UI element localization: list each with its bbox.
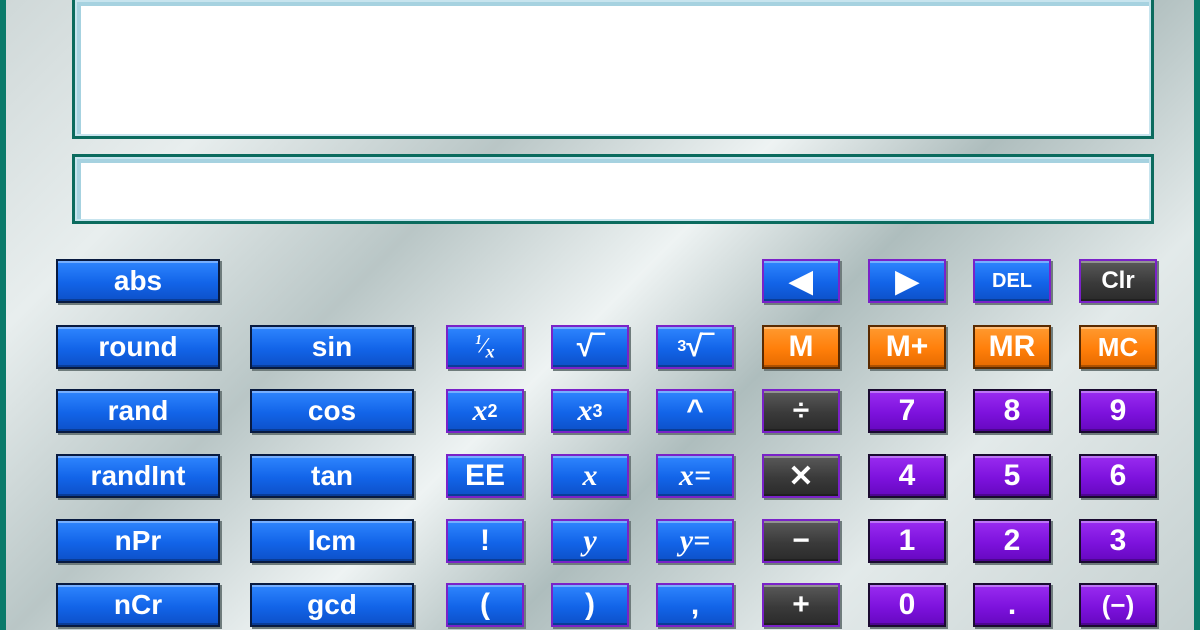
digit-0-button[interactable]: 0 <box>868 583 946 627</box>
digit-8-button[interactable]: 8 <box>973 389 1051 433</box>
x-squared-exponent: 2 <box>487 400 498 421</box>
power-button[interactable]: ^ <box>656 389 734 433</box>
npr-button[interactable]: nPr <box>56 519 220 563</box>
x-cubed-exponent: 3 <box>592 400 603 421</box>
y-variable-button[interactable]: y <box>551 519 629 563</box>
calculator-body: abs round rand randInt nPr nCr sin cos t… <box>6 0 1194 630</box>
memory-add-button[interactable]: M+ <box>868 325 946 369</box>
divide-button[interactable]: ÷ <box>762 389 840 433</box>
delete-button[interactable]: DEL <box>973 259 1051 303</box>
round-button[interactable]: round <box>56 325 220 369</box>
y-equals-button[interactable]: y= <box>656 519 734 563</box>
abs-button[interactable]: abs <box>56 259 220 303</box>
digit-7-button[interactable]: 7 <box>868 389 946 433</box>
multiply-button[interactable]: ✕ <box>762 454 840 498</box>
x-equals-button[interactable]: x= <box>656 454 734 498</box>
ncr-button[interactable]: nCr <box>56 583 220 627</box>
x-squared-base: x <box>472 394 488 427</box>
cube-root-button[interactable]: 3 √‾ <box>656 325 734 369</box>
plus-button[interactable]: + <box>762 583 840 627</box>
digit-2-button[interactable]: 2 <box>973 519 1051 563</box>
randint-button[interactable]: randInt <box>56 454 220 498</box>
x-cubed-base: x <box>577 394 593 427</box>
sqrt-button[interactable]: √‾ <box>551 325 629 369</box>
digit-5-button[interactable]: 5 <box>973 454 1051 498</box>
gcd-button[interactable]: gcd <box>250 583 414 627</box>
sin-button[interactable]: sin <box>250 325 414 369</box>
cube-root-index: 3 <box>677 338 687 355</box>
negate-button[interactable]: (−) <box>1079 583 1157 627</box>
x-variable-button[interactable]: x <box>551 454 629 498</box>
comma-button[interactable]: , <box>656 583 734 627</box>
digit-6-button[interactable]: 6 <box>1079 454 1157 498</box>
decimal-button[interactable]: . <box>973 583 1051 627</box>
reciprocal-denominator: x <box>485 341 495 362</box>
reciprocal-numerator: 1 <box>475 331 482 347</box>
rand-button[interactable]: rand <box>56 389 220 433</box>
main-display <box>72 0 1154 139</box>
clear-button[interactable]: Clr <box>1079 259 1157 303</box>
factorial-button[interactable]: ! <box>446 519 524 563</box>
x-squared-button[interactable]: x2 <box>446 389 524 433</box>
left-paren-button[interactable]: ( <box>446 583 524 627</box>
lcm-button[interactable]: lcm <box>250 519 414 563</box>
cos-button[interactable]: cos <box>250 389 414 433</box>
memory-recall-button[interactable]: MR <box>973 325 1051 369</box>
digit-9-button[interactable]: 9 <box>1079 389 1157 433</box>
left-arrow-button[interactable]: ◀ <box>762 259 840 303</box>
input-display <box>72 154 1154 224</box>
memory-store-button[interactable]: M <box>762 325 840 369</box>
ee-button[interactable]: EE <box>446 454 524 498</box>
digit-3-button[interactable]: 3 <box>1079 519 1157 563</box>
cube-root-symbol: √‾ <box>686 330 713 363</box>
tan-button[interactable]: tan <box>250 454 414 498</box>
minus-button[interactable]: − <box>762 519 840 563</box>
x-cubed-button[interactable]: x3 <box>551 389 629 433</box>
digit-1-button[interactable]: 1 <box>868 519 946 563</box>
memory-clear-button[interactable]: MC <box>1079 325 1157 369</box>
reciprocal-button[interactable]: 1⁄x <box>446 325 524 369</box>
right-paren-button[interactable]: ) <box>551 583 629 627</box>
right-arrow-button[interactable]: ▶ <box>868 259 946 303</box>
digit-4-button[interactable]: 4 <box>868 454 946 498</box>
